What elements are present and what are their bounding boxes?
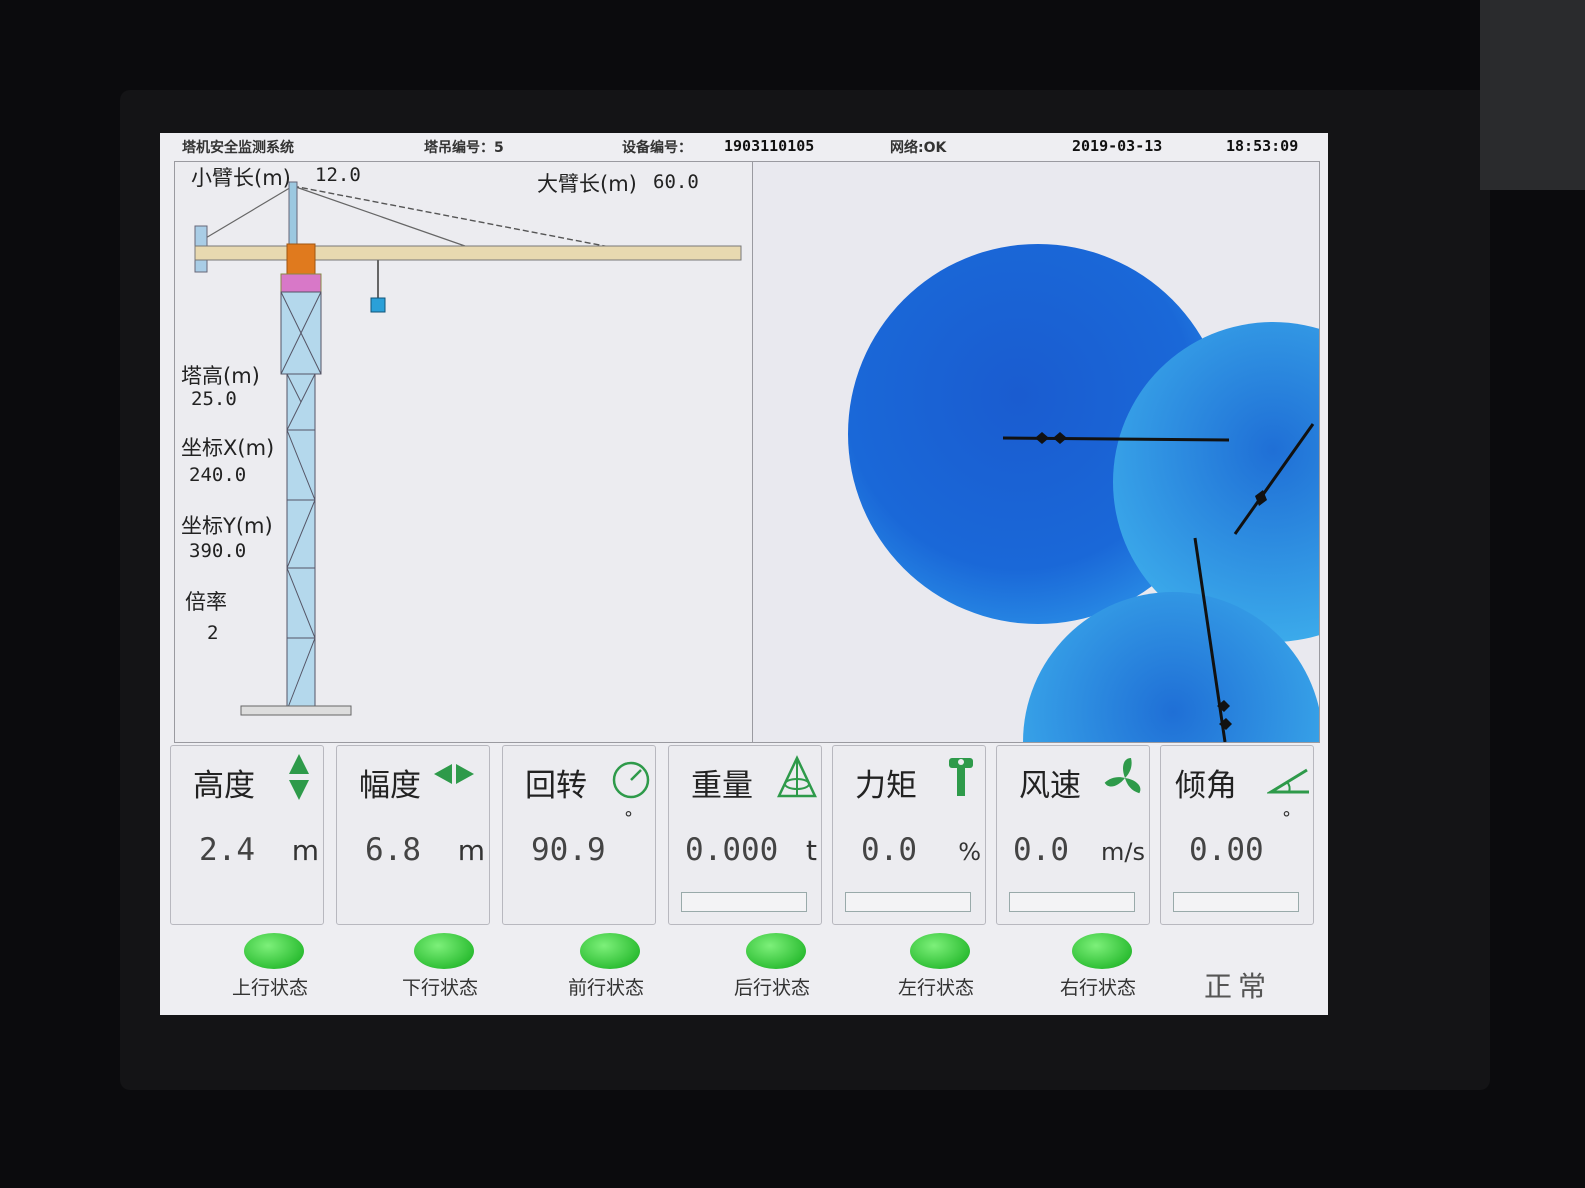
torque-icon bbox=[949, 758, 973, 796]
time: 18:53:09 bbox=[1226, 137, 1299, 155]
gauge-torque-value: 0.0 bbox=[861, 832, 917, 868]
system-name: 塔机安全监测系统 bbox=[182, 140, 294, 156]
gauge-wind-bar bbox=[1009, 892, 1135, 912]
ratio-value: 2 bbox=[207, 622, 219, 644]
gauge-amplitude-name: 幅度 bbox=[359, 768, 421, 804]
rotation-dial-icon bbox=[612, 761, 650, 799]
gauge-rotation-unit: ° bbox=[624, 808, 633, 829]
status-right-led bbox=[1072, 933, 1132, 969]
gauge-amplitude-unit: m bbox=[457, 834, 485, 867]
gauge-weight-name: 重量 bbox=[691, 768, 753, 804]
gauge-weight-value: 0.000 bbox=[685, 832, 779, 868]
gauge-tilt: 倾角 0.00 ° bbox=[1160, 745, 1314, 925]
coord-y-label: 坐标Y(m) bbox=[181, 514, 273, 538]
ratio-label: 倍率 bbox=[185, 590, 227, 614]
status-backward: 后行状态 bbox=[706, 933, 866, 1013]
weight-icon bbox=[777, 755, 817, 798]
crane-number: 塔吊编号：5 bbox=[424, 140, 504, 156]
gauge-torque-bar bbox=[845, 892, 971, 912]
gauge-torque-unit: % bbox=[958, 838, 981, 866]
tower-height-label: 塔高(m) bbox=[181, 364, 260, 388]
date: 2019-03-13 bbox=[1072, 137, 1163, 155]
gauge-wind-value: 0.0 bbox=[1013, 832, 1069, 868]
device-label: 设备编号： bbox=[622, 140, 692, 156]
gauge-weight-bar bbox=[681, 892, 807, 912]
small-arm-value: 12.0 bbox=[315, 164, 361, 186]
gauge-torque: 力矩 0.0 % bbox=[832, 745, 986, 925]
status-up-label: 上行状态 bbox=[232, 977, 309, 999]
network-status: 网络:OK bbox=[890, 140, 947, 156]
crane-cab bbox=[286, 243, 316, 275]
tower-height-value: 25.0 bbox=[191, 388, 237, 410]
status-up: 上行状态 bbox=[204, 933, 364, 1013]
gauge-tilt-bar bbox=[1173, 892, 1299, 912]
gauge-wind-name: 风速 bbox=[1019, 768, 1081, 804]
big-arm-label: 大臂长(m) bbox=[537, 172, 637, 196]
background-panel bbox=[1480, 0, 1585, 190]
left-right-arrows-icon bbox=[434, 764, 474, 784]
gauge-amplitude: 幅度 6.8 m bbox=[336, 745, 490, 925]
gauge-wind: 风速 0.0 m/s bbox=[996, 745, 1150, 925]
overall-status: 正常 bbox=[1204, 970, 1273, 1003]
status-forward-label: 前行状态 bbox=[568, 977, 645, 999]
status-up-led bbox=[244, 933, 304, 969]
fan-icon bbox=[1104, 758, 1141, 794]
crane-elevation-panel: 小臂长(m) 12.0 大臂长(m) 60.0 塔高(m) 25.0 坐标X(m… bbox=[174, 161, 754, 743]
gauge-rotation: 回转 90.9 ° bbox=[502, 745, 656, 925]
status-left: 左行状态 bbox=[870, 933, 1030, 1013]
gauge-weight: 重量 0.000 t bbox=[668, 745, 822, 925]
status-backward-led bbox=[746, 933, 806, 969]
coord-x-label: 坐标X(m) bbox=[181, 436, 275, 460]
gauge-height-name: 高度 bbox=[193, 768, 255, 804]
gauge-amplitude-value: 6.8 bbox=[365, 832, 421, 868]
gauge-height-value: 2.4 bbox=[199, 832, 255, 868]
gauge-tilt-unit: ° bbox=[1282, 808, 1291, 829]
gauge-height-unit: m bbox=[291, 834, 319, 867]
coord-y-value: 390.0 bbox=[189, 540, 247, 562]
up-down-arrows-icon bbox=[289, 754, 309, 800]
gauge-rotation-value: 90.9 bbox=[531, 832, 606, 868]
gauge-tilt-name: 倾角 bbox=[1175, 768, 1237, 804]
status-forward: 前行状态 bbox=[540, 933, 700, 1013]
anti-collision-map bbox=[752, 161, 1320, 743]
title-bar: 塔机安全监测系统 塔吊编号：5 设备编号： 1903110105 网络:OK 2… bbox=[160, 133, 1328, 159]
status-down: 下行状态 bbox=[374, 933, 534, 1013]
status-left-label: 左行状态 bbox=[898, 977, 975, 999]
status-left-led bbox=[910, 933, 970, 969]
status-right: 右行状态 bbox=[1032, 933, 1192, 1013]
coord-x-value: 240.0 bbox=[189, 464, 247, 486]
status-down-led bbox=[414, 933, 474, 969]
gauge-row: 高度 2.4 m 幅度 6.8 m 回转 90.9 ° 重量 0.000 t 力… bbox=[170, 745, 1320, 935]
hmi-screen: 塔机安全监测系统 塔吊编号：5 设备编号： 1903110105 网络:OK 2… bbox=[160, 133, 1328, 1015]
gauge-height: 高度 2.4 m bbox=[170, 745, 324, 925]
status-down-label: 下行状态 bbox=[402, 977, 479, 999]
map-canvas bbox=[848, 244, 1319, 742]
big-arm-value: 60.0 bbox=[653, 171, 699, 193]
device-number: 1903110105 bbox=[724, 137, 815, 155]
status-row: 上行状态 下行状态 前行状态 后行状态 左行状态 右行状态 正常 bbox=[170, 933, 1320, 1013]
tilt-angle-icon bbox=[1267, 768, 1309, 794]
hook-block bbox=[370, 297, 386, 313]
gauge-torque-name: 力矩 bbox=[855, 768, 917, 804]
status-right-label: 右行状态 bbox=[1060, 977, 1137, 999]
gauge-tilt-value: 0.00 bbox=[1189, 832, 1264, 868]
status-backward-label: 后行状态 bbox=[734, 977, 811, 999]
gauge-weight-unit: t bbox=[806, 834, 817, 867]
gauge-rotation-name: 回转 bbox=[525, 768, 587, 804]
small-arm-label: 小臂长(m) bbox=[191, 166, 291, 190]
gauge-wind-unit: m/s bbox=[1101, 838, 1145, 866]
status-forward-led bbox=[580, 933, 640, 969]
